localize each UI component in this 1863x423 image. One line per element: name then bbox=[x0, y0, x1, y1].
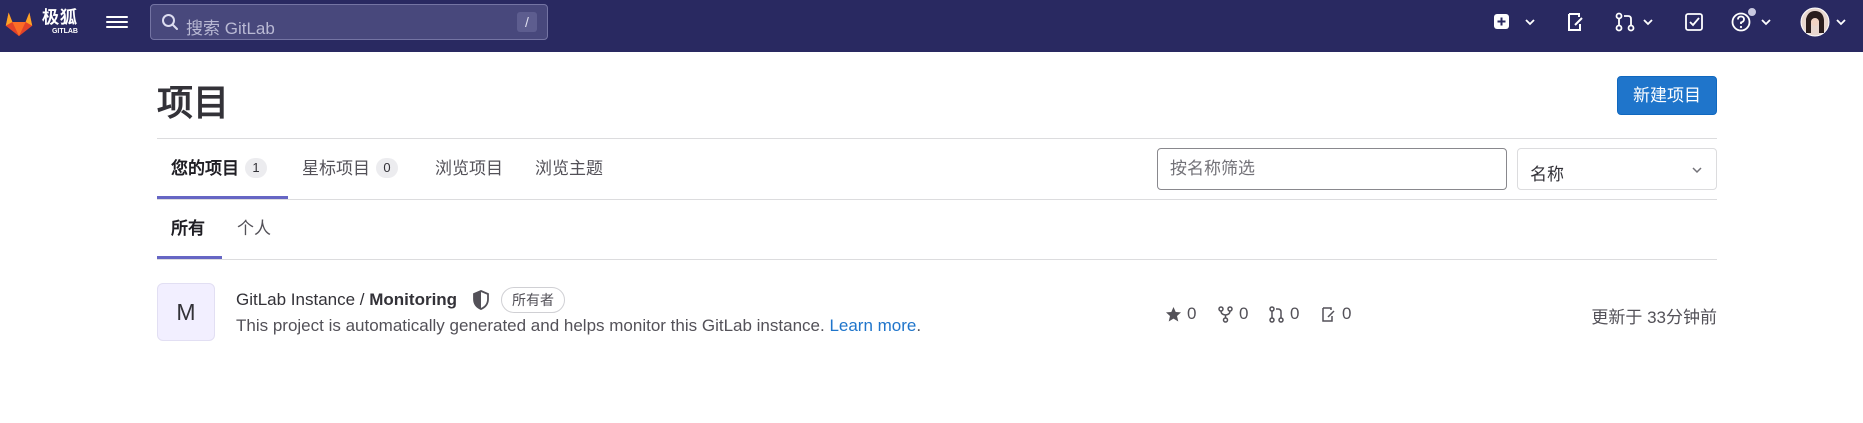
tab-label: 您的项目 bbox=[171, 159, 239, 178]
subtab-all[interactable]: 所有 bbox=[171, 200, 205, 258]
search-box[interactable]: 搜索 GitLab / bbox=[150, 4, 548, 40]
brand-name: 极狐 bbox=[42, 8, 78, 27]
role-badge: 所有者 bbox=[501, 287, 565, 313]
tab-label: 星标项目 bbox=[302, 159, 370, 178]
sort-dropdown[interactable]: 名称 bbox=[1517, 148, 1717, 190]
filter-by-name-input[interactable] bbox=[1157, 148, 1507, 190]
search-placeholder: 搜索 GitLab bbox=[186, 19, 275, 38]
gitlab-fox-icon bbox=[5, 12, 33, 37]
star-icon bbox=[1166, 306, 1181, 321]
notification-dot-icon bbox=[1747, 7, 1757, 17]
issues-icon bbox=[1322, 306, 1335, 322]
tab-your-projects[interactable]: 您的项目 1 bbox=[171, 140, 267, 198]
tab-explore-topics[interactable]: 浏览主题 bbox=[535, 140, 603, 198]
last-updated: 更新于 33分钟前 bbox=[1591, 308, 1717, 327]
project-avatar[interactable]: M bbox=[157, 283, 215, 341]
project-description-text: This project is automatically generated … bbox=[236, 316, 830, 335]
shield-icon bbox=[473, 290, 489, 310]
fork-count-value: 0 bbox=[1239, 304, 1249, 323]
issue-count[interactable]: 0 bbox=[1320, 303, 1351, 325]
issues-icon[interactable] bbox=[1565, 11, 1587, 33]
project-namespace: GitLab Instance / bbox=[236, 290, 370, 309]
todo-icon[interactable] bbox=[1683, 11, 1705, 33]
merge-request-count[interactable]: 0 bbox=[1268, 303, 1299, 325]
fork-icon bbox=[1218, 305, 1233, 323]
chevron-down-icon[interactable] bbox=[1836, 17, 1846, 27]
chevron-down-icon[interactable] bbox=[1525, 17, 1535, 27]
project-description: This project is automatically generated … bbox=[236, 316, 921, 336]
project-name: Monitoring bbox=[369, 290, 458, 309]
top-navbar: 极狐 GITLAB 搜索 GitLab / bbox=[0, 0, 1863, 52]
chevron-down-icon[interactable] bbox=[1643, 17, 1653, 27]
page-title: 项目 bbox=[157, 82, 230, 123]
description-period: . bbox=[916, 316, 922, 335]
merge-request-count-value: 0 bbox=[1290, 304, 1300, 323]
star-count[interactable]: 0 bbox=[1165, 303, 1196, 325]
tab-explore-projects[interactable]: 浏览项目 bbox=[435, 140, 503, 198]
main-menu-button[interactable] bbox=[106, 13, 128, 33]
divider bbox=[157, 259, 1717, 260]
brand-subname: GITLAB bbox=[51, 28, 78, 35]
user-avatar[interactable] bbox=[1800, 7, 1830, 37]
sort-dropdown-label: 名称 bbox=[1530, 165, 1564, 184]
subtab-personal[interactable]: 个人 bbox=[237, 200, 271, 258]
merge-request-icon bbox=[1269, 305, 1284, 323]
tab-count-badge: 1 bbox=[245, 158, 267, 178]
star-count-value: 0 bbox=[1187, 304, 1197, 323]
project-title-link[interactable]: GitLab Instance / Monitoring bbox=[236, 290, 457, 310]
chevron-down-icon[interactable] bbox=[1761, 17, 1771, 27]
tab-starred-projects[interactable]: 星标项目 0 bbox=[302, 140, 398, 198]
divider bbox=[157, 138, 1717, 139]
subtab-label: 所有 bbox=[171, 219, 205, 238]
brand-logo[interactable]: 极狐 GITLAB bbox=[2, 5, 78, 39]
fork-count[interactable]: 0 bbox=[1217, 303, 1248, 325]
create-new-icon[interactable] bbox=[1491, 11, 1513, 33]
tab-count-badge: 0 bbox=[376, 158, 398, 178]
chevron-down-icon bbox=[1692, 167, 1702, 174]
new-project-button[interactable]: 新建项目 bbox=[1617, 76, 1717, 115]
merge-requests-icon[interactable] bbox=[1614, 11, 1636, 33]
learn-more-link[interactable]: Learn more bbox=[829, 316, 916, 335]
tab-label: 浏览项目 bbox=[435, 159, 503, 178]
subtab-label: 个人 bbox=[237, 219, 271, 238]
divider bbox=[157, 199, 1717, 200]
search-icon bbox=[162, 14, 178, 30]
tab-label: 浏览主题 bbox=[535, 159, 603, 178]
search-shortcut-key: / bbox=[517, 12, 537, 32]
issue-count-value: 0 bbox=[1342, 304, 1352, 323]
